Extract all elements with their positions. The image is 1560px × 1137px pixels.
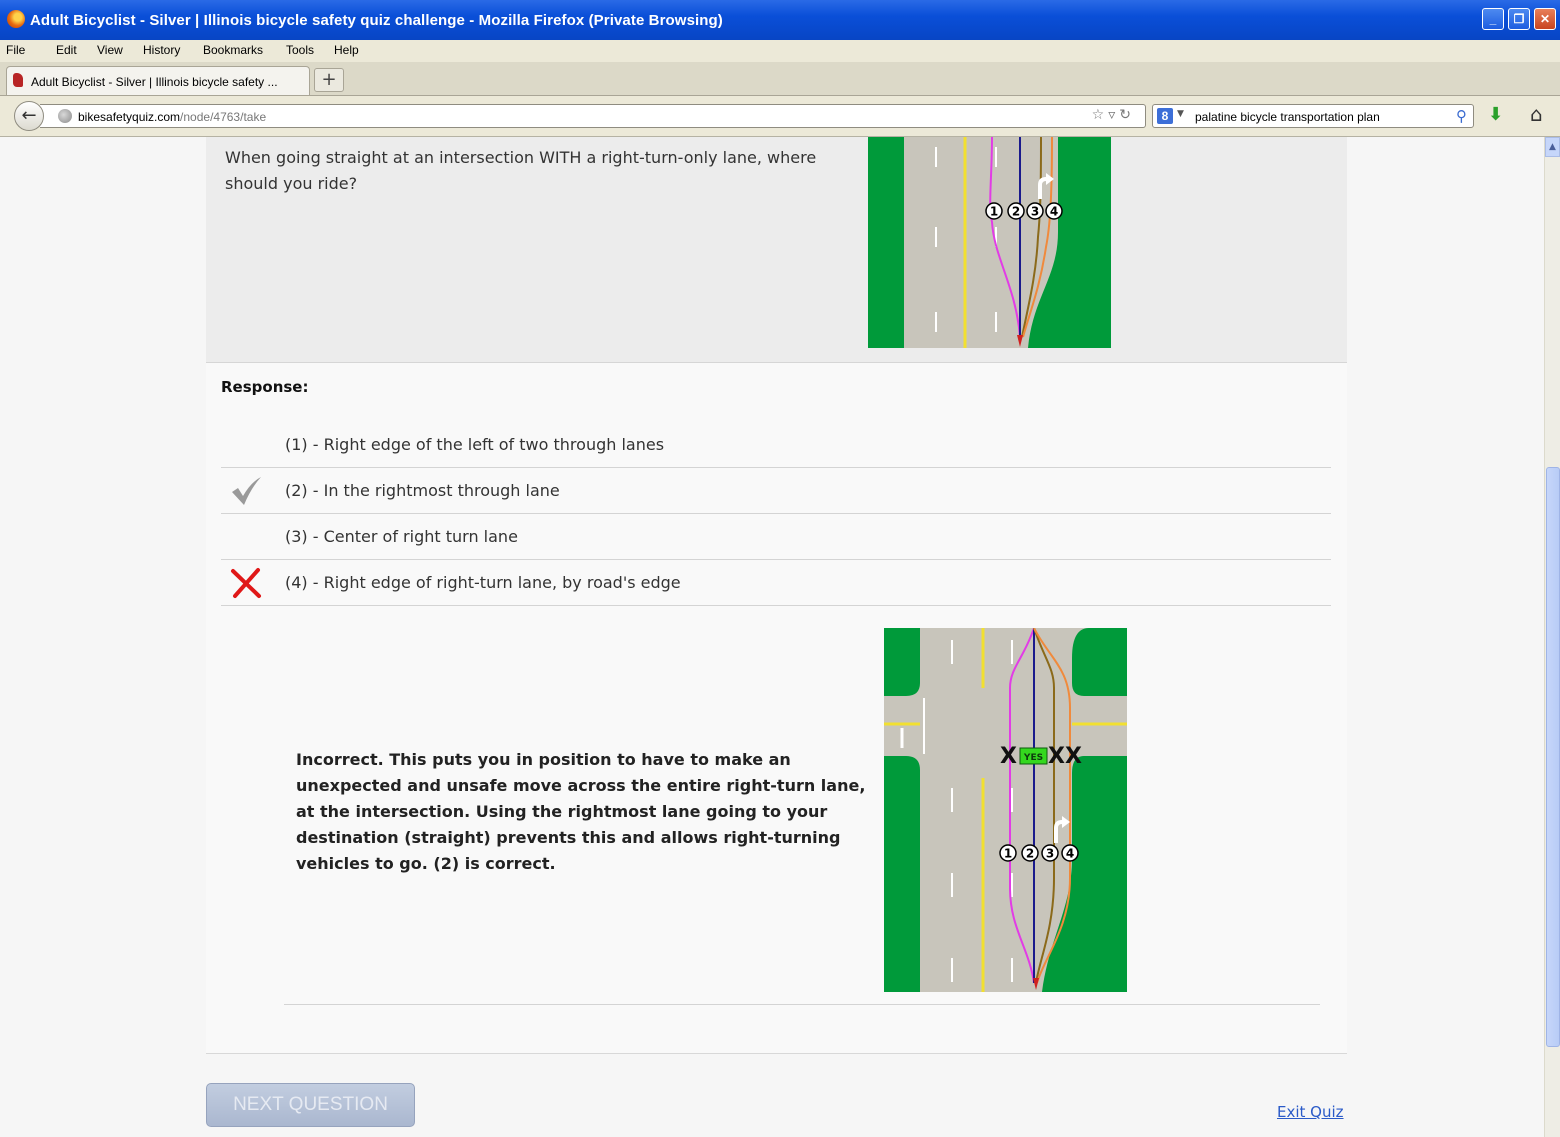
menu-history[interactable]: History bbox=[143, 43, 180, 57]
back-arrow-icon: ← bbox=[21, 105, 37, 126]
feedback-text: Incorrect. This puts you in position to … bbox=[296, 750, 866, 873]
history-dropdown-icon[interactable]: ▿ bbox=[1108, 107, 1119, 123]
search-engine-dropdown-icon[interactable]: ▼ bbox=[1177, 109, 1184, 119]
diagram-marker-1: 1 bbox=[990, 205, 998, 219]
diagram-marker-4: 4 bbox=[1066, 847, 1074, 861]
answer-text: (3) - Center of right turn lane bbox=[285, 527, 518, 546]
home-icon[interactable]: ⌂ bbox=[1530, 102, 1543, 126]
menu-file[interactable]: File bbox=[6, 43, 25, 57]
scroll-up-icon[interactable]: ▲ bbox=[1545, 137, 1560, 157]
search-input[interactable]: palatine bicycle transportation plan bbox=[1195, 110, 1380, 124]
answer-text: (4) - Right edge of right-turn lane, by … bbox=[285, 573, 681, 592]
diagram-yes-tag: YES bbox=[1023, 753, 1043, 763]
feedback-divider bbox=[284, 1004, 1320, 1005]
answer-option-4: (4) - Right edge of right-turn lane, by … bbox=[221, 560, 1331, 606]
next-question-button[interactable]: NEXT QUESTION bbox=[206, 1083, 415, 1127]
window-title: Adult Bicyclist - Silver | Illinois bicy… bbox=[30, 12, 723, 29]
illinois-favicon-icon bbox=[13, 73, 23, 87]
menu-tools[interactable]: Tools bbox=[286, 43, 314, 57]
menu-bookmarks[interactable]: Bookmarks bbox=[203, 43, 263, 57]
url-text[interactable]: bikesafetyquiz.com/node/4763/take bbox=[78, 110, 266, 124]
firefox-logo-icon bbox=[7, 10, 25, 28]
menu-edit[interactable]: Edit bbox=[56, 43, 77, 57]
answer-text: (1) - Right edge of the left of two thro… bbox=[285, 435, 665, 454]
diagram-x-mark: X bbox=[1000, 744, 1017, 769]
reload-icon[interactable]: ↻ bbox=[1119, 107, 1135, 123]
answer-text: (2) - In the rightmost through lane bbox=[285, 481, 560, 500]
tab-strip: Adult Bicyclist - Silver | Illinois bicy… bbox=[0, 62, 1560, 96]
restore-button[interactable]: ❐ bbox=[1508, 8, 1530, 30]
question-box: When going straight at an intersection W… bbox=[206, 137, 1347, 363]
minimize-button[interactable]: _ bbox=[1482, 8, 1504, 30]
exit-quiz-link[interactable]: Exit Quiz bbox=[1277, 1103, 1344, 1121]
tab-active[interactable]: Adult Bicyclist - Silver | Illinois bicy… bbox=[6, 66, 310, 95]
diagram-marker-3: 3 bbox=[1031, 205, 1039, 219]
tab-label: Adult Bicyclist - Silver | Illinois bicy… bbox=[31, 75, 278, 89]
diagram-marker-2: 2 bbox=[1012, 205, 1020, 219]
diagram-xx-mark: XX bbox=[1048, 744, 1082, 769]
url-path: /node/4763/take bbox=[180, 110, 267, 124]
checkmark-icon bbox=[232, 477, 261, 505]
diagram-marker-2: 2 bbox=[1026, 847, 1034, 861]
close-button[interactable]: ✕ bbox=[1534, 8, 1556, 30]
menu-view[interactable]: View bbox=[97, 43, 123, 57]
menu-help[interactable]: Help bbox=[334, 43, 359, 57]
url-host: bikesafetyquiz.com bbox=[78, 110, 181, 124]
incorrect-x-icon bbox=[231, 568, 261, 598]
question-text: When going straight at an intersection W… bbox=[225, 148, 817, 193]
response-label: Response: bbox=[221, 378, 309, 396]
question-lane-diagram: 1 2 3 4 bbox=[868, 137, 1111, 348]
bookmark-star-icon[interactable]: ☆ bbox=[1092, 107, 1109, 123]
downloads-icon[interactable]: ⬇ bbox=[1488, 104, 1503, 125]
scroll-thumb[interactable] bbox=[1546, 467, 1560, 1047]
url-bar[interactable]: bikesafetyquiz.com/node/4763/take ☆▿↻ bbox=[40, 104, 1146, 128]
url-actions: ☆▿↻ bbox=[1092, 107, 1135, 123]
answer-option-2: (2) - In the rightmost through lane bbox=[221, 468, 1331, 514]
window-title-bar[interactable]: Adult Bicyclist - Silver | Illinois bicy… bbox=[0, 0, 1560, 40]
vertical-scrollbar[interactable]: ▲ bbox=[1544, 137, 1560, 1137]
search-magnifier-icon[interactable]: ⚲ bbox=[1456, 107, 1467, 125]
page-content: When going straight at an intersection W… bbox=[0, 137, 1544, 1137]
new-tab-button[interactable]: + bbox=[314, 68, 344, 92]
search-bar[interactable]: 8 ▼ palatine bicycle transportation plan… bbox=[1152, 104, 1474, 128]
diagram-marker-1: 1 bbox=[1004, 847, 1012, 861]
response-panel: Response: (1) - Right edge of the left o… bbox=[206, 363, 1347, 1054]
diagram-marker-3: 3 bbox=[1046, 847, 1054, 861]
answer-option-1: (1) - Right edge of the left of two thro… bbox=[221, 422, 1331, 468]
answer-option-3: (3) - Center of right turn lane bbox=[221, 514, 1331, 560]
back-button[interactable]: ← bbox=[14, 101, 44, 131]
feedback-lane-diagram: X YES XX 1 2 3 4 bbox=[884, 628, 1127, 992]
navigation-bar: bikesafetyquiz.com/node/4763/take ☆▿↻ ← … bbox=[0, 96, 1560, 137]
menu-bar: File Edit View History Bookmarks Tools H… bbox=[0, 40, 1560, 62]
site-identity-icon[interactable] bbox=[58, 109, 72, 123]
diagram-marker-4: 4 bbox=[1050, 205, 1058, 219]
search-engine-icon[interactable]: 8 bbox=[1157, 108, 1173, 124]
